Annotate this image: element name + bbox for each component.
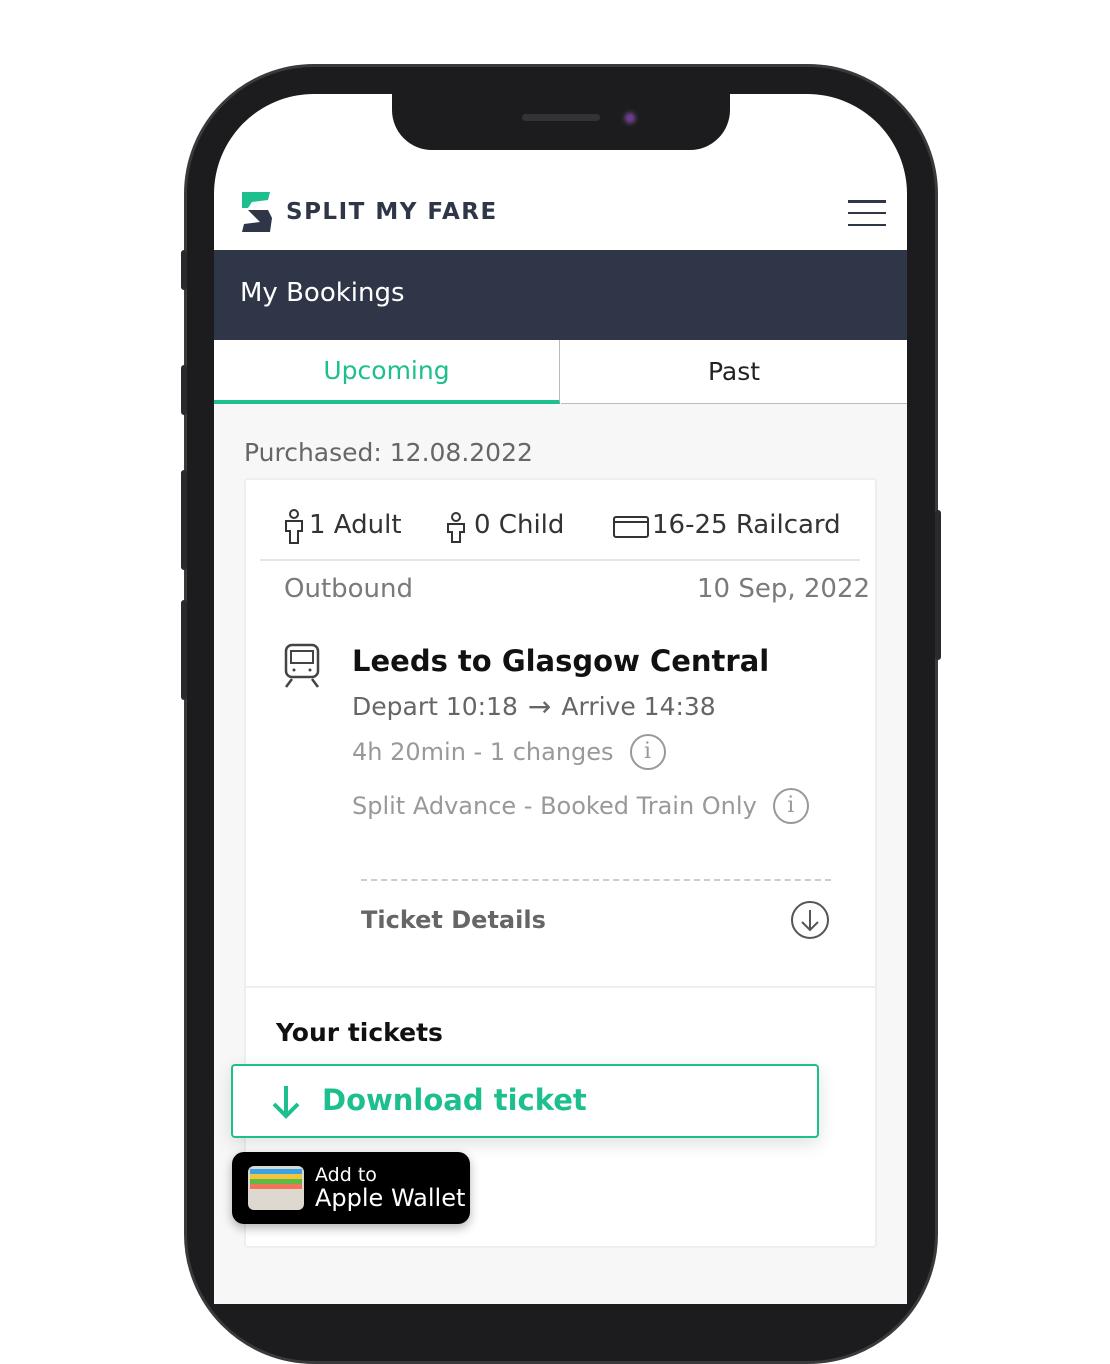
phone-notch xyxy=(392,94,730,150)
your-tickets-heading: Your tickets xyxy=(276,1018,443,1047)
divider xyxy=(260,559,860,561)
route-title: Leeds to Glasgow Central xyxy=(352,644,770,678)
brand-name: SPLIT MY FARE xyxy=(286,199,498,225)
download-ticket-button[interactable]: Download ticket xyxy=(231,1064,819,1138)
dashed-divider xyxy=(361,879,831,881)
camera xyxy=(621,109,639,127)
wallet-line1: Add to xyxy=(315,1164,377,1186)
arrow-right-icon: → xyxy=(527,690,552,723)
times: Depart 10:18 → Arrive 14:38 xyxy=(352,690,716,723)
adult-icon xyxy=(285,509,303,544)
arrive-time: Arrive 14:38 xyxy=(561,692,716,721)
railcard: 16-25 Railcard xyxy=(652,510,841,540)
purchased-date: Purchased: 12.08.2022 xyxy=(244,438,533,467)
ticket-details-label[interactable]: Ticket Details xyxy=(361,906,546,934)
speaker xyxy=(522,114,600,121)
wallet-line2: Apple Wallet xyxy=(315,1184,466,1212)
travel-date: 10 Sep, 2022 xyxy=(697,574,871,604)
tab-past[interactable]: Past xyxy=(561,340,907,404)
info-icon[interactable]: i xyxy=(772,788,809,824)
download-arrow-icon xyxy=(272,1086,300,1119)
hamburger-icon[interactable] xyxy=(848,200,886,226)
page-title: My Bookings xyxy=(240,278,405,308)
add-to-apple-wallet-button[interactable]: Add to Apple Wallet xyxy=(232,1152,470,1224)
duration: 4h 20min - 1 changes xyxy=(352,738,614,766)
child-count: 0 Child xyxy=(474,510,565,540)
railcard-icon xyxy=(613,516,649,538)
phone-side-button xyxy=(181,470,187,570)
info-icon[interactable]: i xyxy=(629,734,666,770)
train-icon xyxy=(284,643,320,688)
split-my-fare-logo-icon xyxy=(242,192,272,232)
phone-side-button xyxy=(935,510,941,660)
divider xyxy=(246,986,875,988)
fare-type: Split Advance - Booked Train Only xyxy=(352,792,757,820)
download-ticket-label: Download ticket xyxy=(322,1083,587,1117)
adult-count: 1 Adult xyxy=(309,510,402,540)
phone-side-button xyxy=(181,600,187,700)
wallet-icon xyxy=(248,1166,304,1210)
fare-row: Split Advance - Booked Train Only i xyxy=(352,788,809,824)
phone-side-button xyxy=(181,365,187,415)
tab-upcoming[interactable]: Upcoming xyxy=(214,340,560,404)
duration-row: 4h 20min - 1 changes i xyxy=(352,734,666,770)
expand-down-icon[interactable] xyxy=(790,900,830,940)
phone-side-button xyxy=(181,250,187,290)
depart-time: Depart 10:18 xyxy=(352,692,518,721)
child-icon xyxy=(447,512,465,543)
direction: Outbound xyxy=(284,574,414,604)
